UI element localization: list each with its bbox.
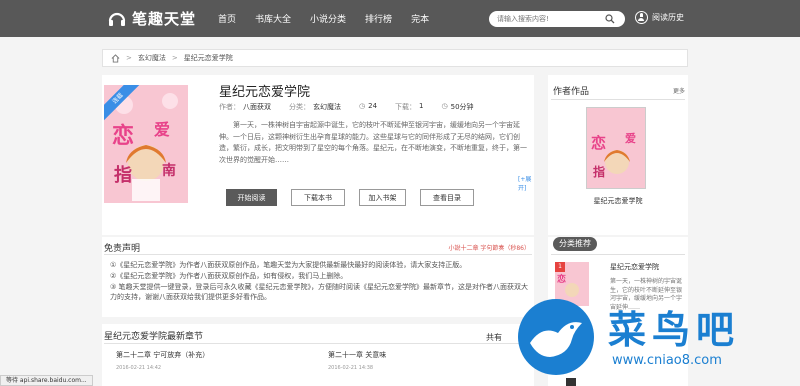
divider xyxy=(104,254,532,255)
author-label: 作者： xyxy=(219,103,240,111)
home-icon[interactable] xyxy=(111,53,120,63)
start-reading-button[interactable]: 开始阅读 xyxy=(226,189,277,206)
nav-home[interactable]: 首页 xyxy=(218,12,236,25)
disclaimer-line-2: ②《星纪元恋爱学院》为作者八面获双原创作品，如有侵权，我们马上删除。 xyxy=(110,271,348,280)
watermark-url: www.cniao8.com xyxy=(612,353,722,368)
stat-c: 50分钟 xyxy=(450,103,474,111)
timer-icon: ◷ xyxy=(441,102,448,110)
recommend-tab[interactable]: 分类推荐 xyxy=(553,237,597,251)
author-works-more-link[interactable]: 更多 xyxy=(673,86,685,95)
expand-link[interactable]: [+展开] xyxy=(518,174,534,192)
author-works-heading: 作者作品 xyxy=(553,87,590,97)
main-nav: 首页 书库大全 小说分类 排行榜 完本 xyxy=(218,12,448,25)
svg-text:指: 指 xyxy=(593,164,605,179)
breadcrumb-current: 星纪元恋爱学院 xyxy=(183,54,233,62)
book-description: 第一天，一株神树自宇宙起源中诞生，它的枝叶不断延伸至银河宇宙，缓缓地向另一个宇宙… xyxy=(219,121,527,164)
book-title: 星纪元恋爱学院 xyxy=(219,85,311,100)
svg-text:爱: 爱 xyxy=(625,132,636,145)
nav-library[interactable]: 书库大全 xyxy=(255,12,291,25)
svg-text:恋: 恋 xyxy=(591,134,606,152)
top-navbar: 笔趣天堂 首页 书库大全 小说分类 排行榜 完本 阅读历史 xyxy=(0,0,800,37)
category-link[interactable]: 玄幻魔法 xyxy=(313,102,341,112)
author-work-cover[interactable]: 恋 爱 指 xyxy=(586,107,646,189)
browser-status-bar: 等待 api.share.baidu.com... xyxy=(0,375,93,386)
book-meta: 作者： 八面获双 分类： 玄幻魔法 ◷ 24 下载： 1 ◷ 50分钟 xyxy=(219,102,492,112)
chapter-total-label: 共有 xyxy=(486,333,502,342)
breadcrumb-separator: > xyxy=(126,54,132,62)
nav-completed[interactable]: 完本 xyxy=(411,12,429,25)
search-button[interactable] xyxy=(603,12,617,26)
recommend-title[interactable]: 星纪元恋爱学院 xyxy=(610,262,659,272)
user-icon xyxy=(635,11,648,24)
stat-b: 1 xyxy=(419,102,424,110)
latest-chapters-panel: 星纪元恋爱学院最新章节 共有 第二十二章 宁可放弃（补充） 2016-02-21… xyxy=(102,324,534,386)
headphones-icon xyxy=(108,12,126,26)
book-info-panel: 恋 爱 指 南 连载 星纪元恋爱学院 作者： 八面获双 分类： 玄幻魔法 ◷ 2… xyxy=(102,75,534,235)
action-buttons: 开始阅读 下载本书 加入书架 查看目录 xyxy=(226,189,488,206)
nav-rankings[interactable]: 排行榜 xyxy=(365,12,392,25)
author-work-title[interactable]: 星纪元恋爱学院 xyxy=(548,196,688,206)
chapter-date: 2016-02-21 14:38 xyxy=(328,365,374,371)
category-label: 分类： xyxy=(289,103,310,111)
divider xyxy=(104,343,532,344)
search-input[interactable] xyxy=(497,15,603,23)
breadcrumb-category[interactable]: 玄幻魔法 xyxy=(138,53,166,63)
svg-text:恋: 恋 xyxy=(557,273,566,285)
download-button[interactable]: 下载本书 xyxy=(291,189,345,206)
author-works-panel: 作者作品 更多 恋 爱 指 星纪元恋爱学院 xyxy=(548,75,688,235)
svg-text:指: 指 xyxy=(114,164,132,186)
latest-update-tag[interactable]: 小說十二章 字句節奏（秒86） xyxy=(448,243,530,252)
cover-illustration: 恋 爱 指 xyxy=(587,108,645,188)
download-label: 下载： xyxy=(395,103,417,111)
history-label: 阅读历史 xyxy=(652,13,684,22)
toolbar-icon[interactable] xyxy=(566,378,576,386)
site-logo[interactable]: 笔趣天堂 xyxy=(107,8,196,29)
stat-a: 24 xyxy=(368,102,378,110)
breadcrumb: > 玄幻魔法 > 星纪元恋爱学院 xyxy=(102,49,688,67)
divider xyxy=(551,254,685,255)
chapter-link[interactable]: 第二十二章 宁可放弃（补充） xyxy=(116,350,209,360)
svg-text:南: 南 xyxy=(162,162,176,179)
watermark: 菜鸟吧 www.cniao8.com xyxy=(516,297,800,386)
search-box xyxy=(489,11,625,27)
clock-icon: ◷ xyxy=(359,102,366,110)
disclaimer-body: ①《星纪元恋爱学院》为作者八面获双原创作品，笔趣天堂为大家提供最新最快最好的阅读… xyxy=(110,260,530,303)
book-cover[interactable]: 恋 爱 指 南 连载 xyxy=(104,85,188,203)
chapter-date: 2016-02-21 14:42 xyxy=(116,365,162,371)
disclaimer-line-3: ③ 笔趣天堂提供一键登录，登录后可永久收藏《星纪元恋爱学院》，方便随时阅读《星纪… xyxy=(110,282,528,302)
divider xyxy=(551,99,685,100)
rank-badge: 1 xyxy=(555,262,565,272)
disclaimer-panel: 免责声明 小說十二章 字句節奏（秒86） ①《星纪元恋爱学院》为作者八面获双原创… xyxy=(102,237,534,317)
latest-chapters-heading: 星纪元恋爱学院最新章节 xyxy=(104,332,204,342)
view-catalog-button[interactable]: 查看目录 xyxy=(420,189,474,206)
disclaimer-heading: 免责声明 xyxy=(104,244,141,254)
chapter-link[interactable]: 第二十一章 关意味 xyxy=(328,350,386,360)
svg-text:爱: 爱 xyxy=(154,120,170,139)
watermark-text: 菜鸟吧 xyxy=(608,307,741,352)
search-icon xyxy=(605,14,615,24)
bird-logo-icon xyxy=(518,299,594,375)
breadcrumb-separator: > xyxy=(171,54,178,62)
disclaimer-line-1: ①《星纪元恋爱学院》为作者八面获双原创作品，笔趣天堂为大家提供最新最快最好的阅读… xyxy=(110,261,467,269)
reading-history-link[interactable]: 阅读历史 xyxy=(635,11,684,24)
svg-text:恋: 恋 xyxy=(112,123,134,149)
logo-text: 笔趣天堂 xyxy=(132,10,197,28)
author-link[interactable]: 八面获双 xyxy=(243,102,271,112)
nav-categories[interactable]: 小说分类 xyxy=(310,12,346,25)
add-to-shelf-button[interactable]: 加入书架 xyxy=(359,189,406,206)
